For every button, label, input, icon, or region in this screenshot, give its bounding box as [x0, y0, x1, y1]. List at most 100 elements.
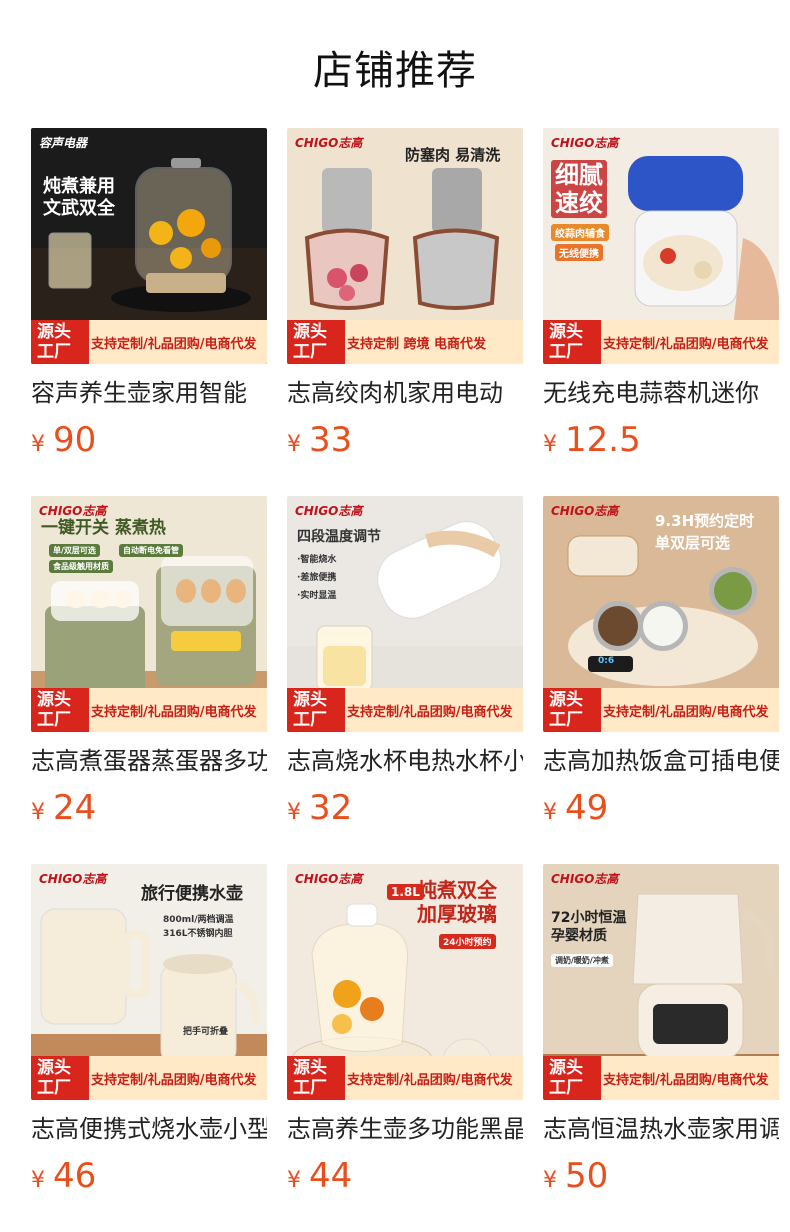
factory-banner: 源头 工厂 支持定制/礼品团购/电商代发	[31, 1056, 267, 1100]
product-card[interactable]: 容声电器 炖煮兼用 文武双全 源头 工厂 支持定制/礼品团购/电商代发 容声养生壶家用智…	[31, 128, 267, 496]
product-thumbnail[interactable]: CHIGO志高 一键开关 蒸煮热 单/双层可选 自动断电免看管 食品级触用材质 源头 工厂…	[31, 496, 267, 732]
product-thumbnail[interactable]: CHIGO志高旅行便携水壶 800ml/两档调温 316L不锈钢内胆把手可折叠源头 …	[31, 864, 267, 1100]
product-thumbnail[interactable]: CHIGO志高四段温度调节 ·智能烧水 ·差旅便携 ·实时显温源头 工厂 支持定制/礼品…	[287, 496, 523, 732]
promo-tag: 无线便携	[555, 244, 603, 261]
promo-tag: 自动断电免看管	[119, 544, 183, 557]
promo-headline: 9.3H预约定时 单双层可选	[655, 512, 755, 552]
price-row: ¥33	[287, 420, 523, 460]
promo-headline: 炖煮兼用 文武双全	[43, 176, 115, 219]
promo-tag: 24小时预约	[439, 934, 496, 949]
brand-logo: CHIGO志高	[551, 504, 619, 518]
promo-headline: 旅行便携水壶	[141, 884, 243, 904]
factory-banner: 源头 工厂 支持定制/礼品团购/电商代发	[31, 688, 267, 732]
promo-tag: ·差旅便携	[297, 573, 337, 583]
source-factory-badge: 源头 工厂	[287, 320, 345, 364]
product-name[interactable]: 志高煮蛋器蒸蛋器多功	[31, 746, 267, 776]
banner-text: 支持定制/礼品团购/电商代发	[603, 1072, 769, 1088]
product-name[interactable]: 志高便携式烧水壶小型	[31, 1114, 267, 1144]
promo-tag: 绞蒜肉辅食	[551, 224, 609, 241]
product-card[interactable]: CHIGO志高 一键开关 蒸煮热 单/双层可选 自动断电免看管 食品级触用材质 源头 工厂…	[31, 496, 267, 864]
product-name[interactable]: 志高恒温热水壶家用调	[543, 1114, 779, 1144]
product-price: 44	[309, 1156, 353, 1196]
product-thumbnail[interactable]: CHIGO志高 细腻 速绞 绞蒜肉辅食 无线便携 源头 工厂 支持定制/礼品团购/电商代发	[543, 128, 779, 364]
promo-tag: 调奶/暖奶/冲煮	[551, 954, 613, 967]
currency-symbol: ¥	[543, 1168, 557, 1193]
product-price: 32	[309, 788, 353, 828]
product-card[interactable]: CHIGO志高旅行便携水壶 800ml/两档调温 316L不锈钢内胆把手可折叠源头 …	[31, 864, 267, 1232]
product-thumbnail[interactable]: CHIGO志高 炖煮双全 加厚玻璃 1.8L 24小时预约 源头 工厂 支持定制/礼品团购…	[287, 864, 523, 1100]
source-factory-badge: 源头 工厂	[31, 1056, 89, 1100]
device-display: 0:6	[598, 656, 615, 666]
brand-logo: CHIGO志高	[551, 136, 619, 150]
product-card[interactable]: CHIGO志高 炖煮双全 加厚玻璃 1.8L 24小时预约 源头 工厂 支持定制/礼品团购…	[287, 864, 523, 1232]
product-name[interactable]: 无线充电蒜蓉机迷你	[543, 378, 779, 408]
product-name[interactable]: 志高烧水杯电热水杯小	[287, 746, 523, 776]
factory-banner: 源头 工厂 支持定制/礼品团购/电商代发	[287, 688, 523, 732]
banner-text: 支持定制/礼品团购/电商代发	[91, 336, 257, 352]
product-thumbnail[interactable]: CHIGO志高 72小时恒温 孕婴材质调奶/暖奶/冲煮源头 工厂 支持定制/礼品团购…	[543, 864, 779, 1100]
currency-symbol: ¥	[31, 432, 45, 457]
product-name[interactable]: 容声养生壶家用智能	[31, 378, 267, 408]
brand-logo: CHIGO志高	[551, 872, 619, 886]
promo-tag: ·实时显温	[297, 591, 337, 601]
currency-symbol: ¥	[287, 432, 301, 457]
page-title: 店铺推荐	[313, 48, 477, 94]
promo-tag: 800ml/两档调温	[163, 915, 234, 925]
banner-text: 支持定制 跨境 电商代发	[347, 336, 487, 352]
banner-text: 支持定制/礼品团购/电商代发	[91, 704, 257, 720]
product-price: 49	[565, 788, 609, 828]
price-row: ¥90	[31, 420, 267, 460]
source-factory-badge: 源头 工厂	[31, 320, 89, 364]
promo-headline: 72小时恒温 孕婴材质	[551, 910, 627, 944]
promo-tag: 把手可折叠	[183, 1027, 229, 1037]
product-card[interactable]: CHIGO志高四段温度调节 ·智能烧水 ·差旅便携 ·实时显温源头 工厂 支持定制/礼品…	[287, 496, 523, 864]
product-card[interactable]: CHIGO志高 9.3H预约定时 单双层可选 0:6 源头 工厂 支持定制/礼品团购/电…	[543, 496, 779, 864]
product-price: 12.5	[565, 420, 641, 460]
promo-headline: 四段温度调节	[297, 529, 381, 545]
product-price: 50	[565, 1156, 609, 1196]
source-factory-badge: 源头 工厂	[287, 688, 345, 732]
factory-banner: 源头 工厂 支持定制/礼品团购/电商代发	[31, 320, 267, 364]
brand-logo: CHIGO志高	[295, 504, 363, 518]
promo-tag: 单/双层可选	[49, 544, 100, 557]
currency-symbol: ¥	[543, 800, 557, 825]
product-name[interactable]: 志高养生壶多功能黑晶	[287, 1114, 523, 1144]
product-name[interactable]: 志高绞肉机家用电动	[287, 378, 523, 408]
source-factory-badge: 源头 工厂	[543, 688, 601, 732]
product-thumbnail[interactable]: CHIGO志高防塞肉 易清洗定制LOGO/OEM源头 工厂支持定制 跨境 电商代…	[287, 128, 523, 364]
currency-symbol: ¥	[287, 800, 301, 825]
product-card[interactable]: CHIGO志高 72小时恒温 孕婴材质调奶/暖奶/冲煮源头 工厂 支持定制/礼品团购…	[543, 864, 779, 1232]
brand-logo: CHIGO志高	[39, 872, 107, 886]
factory-banner: 源头 工厂 支持定制/礼品团购/电商代发	[287, 1056, 523, 1100]
product-price: 33	[309, 420, 353, 460]
product-card[interactable]: CHIGO志高 细腻 速绞 绞蒜肉辅食 无线便携 源头 工厂 支持定制/礼品团购/电商代发…	[543, 128, 779, 496]
price-row: ¥12.5	[543, 420, 779, 460]
promo-tag: 316L不锈钢内胆	[163, 929, 233, 939]
brand-logo: CHIGO志高	[295, 136, 363, 150]
price-row: ¥44	[287, 1156, 523, 1196]
promo-headline: 一键开关 蒸煮热	[41, 518, 166, 538]
product-card[interactable]: CHIGO志高防塞肉 易清洗定制LOGO/OEM源头 工厂支持定制 跨境 电商代…	[287, 128, 523, 496]
factory-banner: 源头 工厂 支持定制/礼品团购/电商代发	[543, 320, 779, 364]
product-thumbnail[interactable]: 容声电器 炖煮兼用 文武双全 源头 工厂 支持定制/礼品团购/电商代发	[31, 128, 267, 364]
price-row: ¥32	[287, 788, 523, 828]
source-factory-badge: 源头 工厂	[543, 1056, 601, 1100]
product-thumbnail[interactable]: CHIGO志高 9.3H预约定时 单双层可选 0:6 源头 工厂 支持定制/礼品团购/电…	[543, 496, 779, 732]
currency-symbol: ¥	[287, 1168, 301, 1193]
factory-banner: 源头 工厂 支持定制 跨境 电商代发	[287, 320, 523, 364]
price-row: ¥46	[31, 1156, 267, 1196]
source-factory-badge: 源头 工厂	[287, 1056, 345, 1100]
brand-logo: CHIGO志高	[295, 872, 363, 886]
product-price: 24	[53, 788, 97, 828]
price-row: ¥24	[31, 788, 267, 828]
banner-text: 支持定制/礼品团购/电商代发	[603, 336, 769, 352]
brand-logo: CHIGO志高	[39, 504, 107, 518]
banner-text: 支持定制/礼品团购/电商代发	[347, 1072, 513, 1088]
product-price: 46	[53, 1156, 97, 1196]
price-row: ¥50	[543, 1156, 779, 1196]
factory-banner: 源头 工厂 支持定制/礼品团购/电商代发	[543, 688, 779, 732]
product-name[interactable]: 志高加热饭盒可插电便	[543, 746, 779, 776]
recommended-products-grid: 容声电器 炖煮兼用 文武双全 源头 工厂 支持定制/礼品团购/电商代发 容声养生壶家用智…	[31, 128, 779, 1232]
promo-tag: ·智能烧水	[297, 555, 337, 565]
source-factory-badge: 源头 工厂	[543, 320, 601, 364]
